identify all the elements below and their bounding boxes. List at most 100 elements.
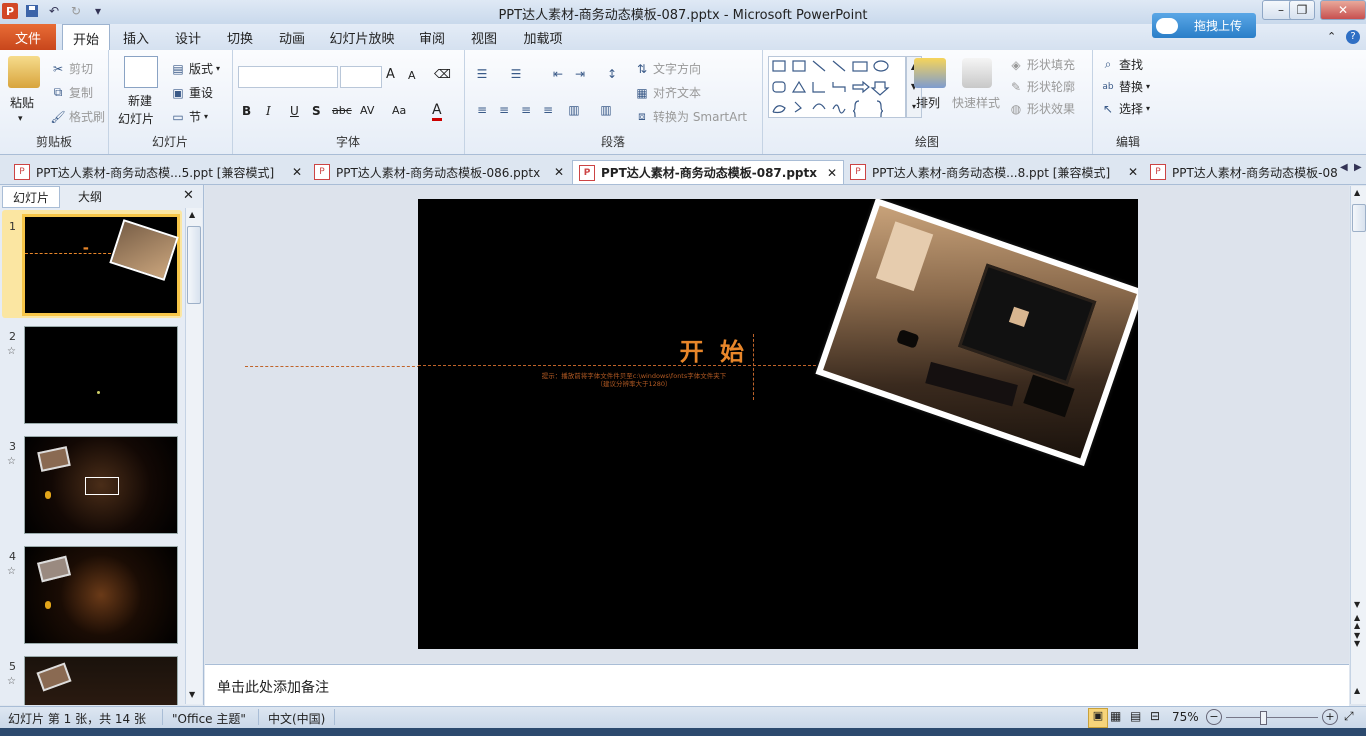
align-text-button[interactable]: ▦ 对齐文本	[634, 84, 701, 101]
doc-tab[interactable]: P PPT达人素材-商务动态模...5.ppt [兼容模式] ✕	[8, 160, 308, 184]
slide-hint[interactable]: 提示：播放前将字体文件件贝至c:\windows\fonts字体文件夹下 （建议…	[514, 372, 754, 388]
shapes-gallery[interactable]	[768, 56, 906, 122]
italic-button[interactable]: I	[266, 104, 271, 118]
previous-slide-icon[interactable]: ▲ ▲	[1354, 614, 1360, 630]
language-status[interactable]: 中文(中国)	[268, 710, 325, 727]
tab-outline[interactable]: 大纲	[60, 186, 120, 206]
align-center-button[interactable]: ≡	[496, 102, 512, 118]
section-button[interactable]: ▭ 节 ▾	[170, 108, 208, 125]
zoom-slider-track[interactable]	[1226, 717, 1318, 718]
shape-outline-button[interactable]: ✎ 形状轮廓	[1008, 78, 1075, 95]
numbering-button[interactable]: ☰	[508, 66, 524, 82]
doc-tab-close-icon[interactable]: ✕	[827, 166, 837, 180]
doc-tab-close-icon[interactable]: ✕	[554, 165, 564, 179]
notes-scroll-up-icon[interactable]: ▲	[1354, 686, 1360, 695]
font-family-select[interactable]	[238, 66, 338, 88]
paste-button[interactable]: 粘贴	[10, 94, 34, 111]
doc-tab[interactable]: P PPT达人素材-商务动态模板-08	[1144, 160, 1340, 184]
arrange-icon[interactable]	[914, 58, 946, 88]
zoom-out-icon[interactable]: −	[1206, 709, 1222, 725]
reset-button[interactable]: ▣ 重设	[170, 84, 213, 101]
slide-scrollbar[interactable]: ▲ ▼ ▲ ▲ ▼ ▼ ▲	[1350, 186, 1366, 704]
tab-file[interactable]: 文件	[0, 24, 56, 50]
doc-tab-close-icon[interactable]: ✕	[292, 165, 302, 179]
scroll-up-icon[interactable]: ▲	[1354, 188, 1360, 197]
grow-font-button[interactable]: A	[386, 67, 395, 82]
select-button[interactable]: ↖ 选择 ▾	[1100, 100, 1150, 117]
align-left-button[interactable]: ≡	[474, 102, 490, 118]
strikethrough-button[interactable]: abc	[332, 104, 352, 117]
shadow-button[interactable]: S	[312, 104, 321, 118]
slide-thumbnail-5[interactable]	[24, 656, 178, 705]
cut-button[interactable]: ✂ 剪切	[50, 60, 93, 77]
zoom-slider-thumb[interactable]	[1259, 711, 1267, 725]
tab-scroll-right-icon[interactable]: ▶	[1354, 162, 1362, 173]
increase-indent-button[interactable]: ⇥	[572, 66, 588, 82]
clear-format-icon[interactable]: ⌫	[434, 67, 451, 81]
bold-button[interactable]: B	[242, 104, 251, 118]
justify-button[interactable]: ≡	[540, 102, 556, 118]
text-direction-button[interactable]: ⇅ 文字方向	[634, 60, 701, 77]
change-case-button[interactable]: Aa	[392, 104, 406, 117]
shrink-font-button[interactable]: A	[408, 69, 416, 82]
new-slide-label[interactable]: 新建	[128, 92, 152, 109]
doc-tab-close-icon[interactable]: ✕	[1128, 165, 1138, 179]
tab-scroll-left-icon[interactable]: ◀	[1340, 162, 1348, 173]
paste-icon[interactable]	[8, 56, 40, 88]
tab-addins[interactable]: 加载项	[514, 24, 572, 50]
shape-fill-button[interactable]: ◈ 形状填充	[1008, 56, 1075, 73]
slide-photo[interactable]	[815, 199, 1138, 467]
scroll-down-icon[interactable]: ▼	[189, 690, 195, 699]
paste-dropdown-icon[interactable]: ▾	[18, 114, 23, 124]
slide-thumbnail-2[interactable]	[24, 326, 178, 424]
tab-view[interactable]: 视图	[462, 24, 506, 50]
find-button[interactable]: ⌕ 查找	[1100, 56, 1143, 73]
shape-effects-button[interactable]: ◍ 形状效果	[1008, 100, 1075, 117]
zoom-in-icon[interactable]: +	[1322, 709, 1338, 725]
slide-sorter-icon[interactable]: ▦	[1110, 709, 1121, 723]
tab-home[interactable]: 开始	[62, 24, 110, 51]
underline-button[interactable]: U	[290, 104, 299, 118]
slide-count-status[interactable]: 幻灯片 第 1 张，共 14 张	[8, 710, 146, 727]
layout-button[interactable]: ▤ 版式 ▾	[170, 60, 220, 77]
close-button[interactable]: ✕	[1320, 0, 1366, 20]
quick-styles-icon[interactable]	[962, 58, 992, 88]
tab-transitions[interactable]: 切换	[218, 24, 262, 50]
tab-review[interactable]: 审阅	[410, 24, 454, 50]
slide-thumbnail-4[interactable]	[24, 546, 178, 644]
font-size-select[interactable]	[340, 66, 382, 88]
scroll-down-icon[interactable]: ▼	[1354, 600, 1360, 609]
doc-tab[interactable]: P PPT达人素材-商务动态模板-086.pptx ✕	[308, 160, 570, 184]
doc-tab-active[interactable]: P PPT达人素材-商务动态模板-087.pptx ✕	[572, 160, 844, 184]
bullets-button[interactable]: ☰	[474, 66, 490, 82]
scroll-thumb[interactable]	[1352, 204, 1366, 232]
copy-button[interactable]: ⧉ 复制	[50, 84, 93, 101]
notes-pane[interactable]: 单击此处添加备注	[205, 664, 1349, 707]
scroll-up-icon[interactable]: ▲	[189, 210, 195, 219]
format-painter-button[interactable]: 🖌 格式刷	[50, 108, 105, 125]
scroll-thumb[interactable]	[187, 226, 201, 304]
decrease-indent-button[interactable]: ⇤	[550, 66, 566, 82]
panel-close-icon[interactable]: ✕	[183, 188, 194, 203]
help-icon[interactable]: ?	[1346, 30, 1360, 44]
line-spacing-button[interactable]: ↕	[604, 66, 620, 82]
arrange-button[interactable]: 排列	[916, 94, 940, 111]
restore-button[interactable]: ❐	[1289, 0, 1315, 20]
slide-editor[interactable]: 开 始 提示：播放前将字体文件件贝至c:\windows\fonts字体文件夹下…	[418, 199, 1138, 649]
normal-view-icon[interactable]: ▣	[1088, 708, 1108, 728]
distributed-button[interactable]: ▥	[566, 102, 582, 118]
font-color-button[interactable]: A	[432, 102, 442, 121]
tab-animations[interactable]: 动画	[270, 24, 314, 50]
align-right-button[interactable]: ≡	[518, 102, 534, 118]
replace-button[interactable]: ab 替换 ▾	[1100, 78, 1150, 95]
next-slide-icon[interactable]: ▼ ▼	[1354, 632, 1360, 648]
columns-button[interactable]: ▥	[598, 102, 614, 118]
notes-placeholder[interactable]: 单击此处添加备注	[217, 677, 329, 697]
ribbon-collapse-icon[interactable]: ⌃	[1327, 30, 1336, 43]
tab-slideshow[interactable]: 幻灯片放映	[324, 24, 400, 50]
fit-to-window-icon[interactable]: ⤢	[1344, 709, 1354, 724]
slide-thumbnail-1[interactable]: ▬	[22, 214, 180, 316]
slide-thumbnail-3[interactable]	[24, 436, 178, 534]
tab-slides[interactable]: 幻灯片	[2, 186, 60, 208]
slide-title[interactable]: 开 始	[678, 332, 748, 367]
